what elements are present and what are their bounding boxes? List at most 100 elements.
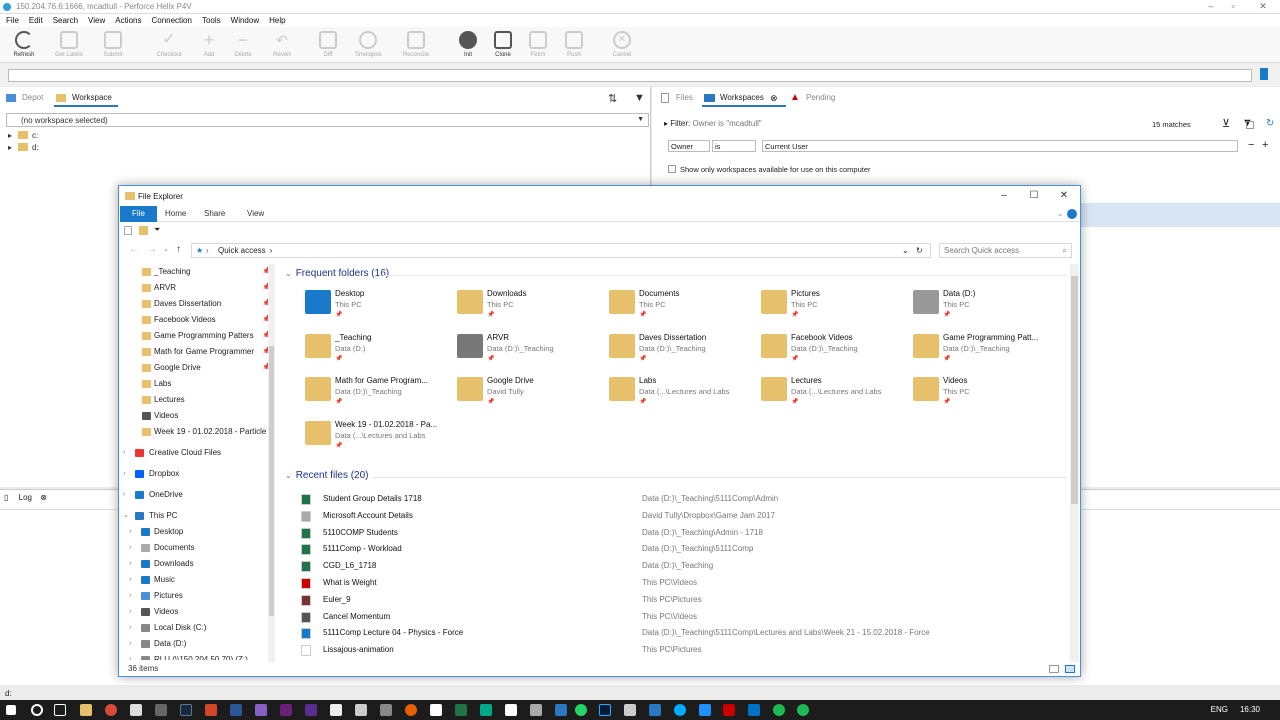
folder-tile[interactable]: Videos This PC 📌 [913,373,1063,413]
folder-tile[interactable]: _Teaching Data (D:) 📌 [305,330,455,370]
nav-item-quick[interactable]: Google Drive 📌 [119,360,271,376]
powerpoint-icon[interactable] [205,704,217,716]
bookmark-icon[interactable] [1260,68,1268,80]
recent-locations-icon[interactable]: ⌄ [163,245,169,253]
nav-item-quick[interactable]: ARVR 📌 [119,280,271,296]
filter-field-select[interactable]: Owner [668,140,710,152]
folder-tile[interactable]: Documents This PC 📌 [609,286,759,326]
tab-workspaces[interactable]: Workspaces ⊗ [702,89,786,107]
menu-edit[interactable]: Edit [23,14,47,25]
pin-icon[interactable]: 📌 [943,311,950,318]
unity-icon[interactable] [330,704,342,716]
tab-depot[interactable]: Depot [4,89,43,107]
excel-icon[interactable] [455,704,467,716]
app-icon[interactable] [797,704,809,716]
lang-indicator[interactable]: ENG [1211,705,1228,714]
firefox-icon[interactable] [405,704,417,716]
content-scrollbar[interactable] [1070,264,1079,662]
folder-tile[interactable]: Week 19 - 01.02.2018 - Pa... Data (...\Le… [305,417,455,457]
submit-button[interactable]: Submit [93,31,133,58]
expand-icon[interactable]: › [129,652,131,660]
menu-file[interactable]: File [0,14,23,25]
pin-icon[interactable]: 📌 [487,311,494,318]
recent-file-row[interactable]: Cancel Momentum This PC\Videos [299,609,1059,625]
explorer-maximize-button[interactable]: ☐ [1019,186,1049,206]
checkout-button[interactable]: ✓ Checkout [149,31,189,58]
workspace-select[interactable]: (no workspace selected) ▼ [6,113,649,127]
tiles-view-icon[interactable] [1065,665,1075,673]
nav-item-quick[interactable]: Facebook Videos 📌 [119,312,271,328]
expand-icon[interactable]: › [123,487,125,503]
expand-icon[interactable]: › [129,524,131,540]
filter-row[interactable]: ▸ Filter: Owner is "mcadtull" [664,119,762,128]
drive-c[interactable]: ▸ c: [8,131,38,140]
app-icon[interactable] [624,704,636,716]
expand-icon[interactable]: › [129,556,131,572]
recent-file-row[interactable]: CGD_L6_1718 Data (D:)\_Teaching [299,558,1059,574]
show-only-checkbox[interactable]: Show only workspaces available for use o… [668,165,871,174]
app-icon[interactable] [674,704,686,716]
pin-icon[interactable]: 📌 [335,355,342,362]
ribbon-view-tab[interactable]: View [239,206,272,222]
nav-item-quick[interactable]: Labs [119,376,271,392]
tab-files[interactable]: Files [658,89,693,107]
folder-tile[interactable]: ARVR Data (D:)\_Teaching 📌 [457,330,607,370]
pin-icon[interactable]: 📌 [487,398,494,405]
app-icon[interactable] [699,704,711,716]
app-icon[interactable] [130,704,142,716]
nav-creative-cloud[interactable]: › Creative Cloud Files [119,445,271,461]
search-box[interactable]: Search Quick access ⌕ [939,243,1072,258]
pin-icon[interactable]: 📌 [335,311,342,318]
task-view-icon[interactable] [54,704,66,716]
push-button[interactable]: Push [554,31,594,58]
steam-icon[interactable] [180,704,192,716]
folder-tile[interactable]: Data (D:) This PC 📌 [913,286,1063,326]
revert-button[interactable]: ↶ Revert [262,31,302,58]
path-input[interactable] [8,69,1252,82]
pin-icon[interactable]: 📌 [639,355,646,362]
maximize-button[interactable]: ▫ [1216,0,1250,14]
new-folder-icon[interactable] [139,226,148,235]
menu-tools[interactable]: Tools [196,14,225,25]
spotify-icon[interactable] [773,704,785,716]
clear-filter-icon[interactable]: ⊻ [1222,117,1230,130]
chrome-icon[interactable] [105,704,117,716]
drive-d[interactable]: ▸ d: [8,143,39,152]
clock[interactable]: 16:30 [1240,705,1260,714]
recent-file-row[interactable]: Microsoft Account Details David Tully\Dro… [299,508,1059,524]
outlook-icon[interactable] [748,704,760,716]
pin-icon[interactable]: 📌 [943,398,950,405]
selected-row[interactable] [1080,203,1280,227]
app-icon[interactable] [380,704,392,716]
app-icon[interactable] [430,704,442,716]
nav-item-quick[interactable]: Game Programming Patters 📌 [119,328,271,344]
timelapse-button[interactable]: Timelapse [348,31,388,58]
get-latest-button[interactable]: Get Latest [49,31,89,58]
recent-file-row[interactable]: Euler_9 This PC\Pictures [299,592,1059,608]
cancel-button[interactable]: ✕ Cancel [602,31,642,58]
nav-item-quick[interactable]: Week 19 - 01.02.2018 - Particle I [119,424,271,440]
folder-tile[interactable]: Daves Dissertation Data (D:)\_Teaching 📌 [609,330,759,370]
close-tab-icon[interactable]: ⊗ [770,89,778,107]
tab-log[interactable]: ▯ Log ⊗ [4,493,47,502]
pin-icon[interactable]: 📌 [639,398,646,405]
nav-item-pc[interactable]: › RLU (\\150.204.50.70) (Z:) [119,652,271,660]
pin-icon[interactable]: 📌 [791,398,798,405]
close-log-icon[interactable]: ⊗ [40,493,47,502]
nav-scrollbar-thumb[interactable] [269,346,274,616]
fetch-button[interactable]: Fetch [518,31,558,58]
nav-item-pc[interactable]: › Desktop [119,524,271,540]
file-explorer-taskbar-icon[interactable] [80,704,92,716]
nav-item-pc[interactable]: › Music [119,572,271,588]
menu-connection[interactable]: Connection [145,14,195,25]
recent-file-row[interactable]: Lissajous-animation This PC\Pictures [299,642,1059,658]
app-icon[interactable] [555,704,567,716]
delete-button[interactable]: − Delete [223,31,263,58]
expand-icon[interactable]: › [123,445,125,461]
details-view-icon[interactable] [1049,665,1059,673]
app-icon[interactable] [723,704,735,716]
add-filter-icon[interactable]: + [1262,139,1268,151]
content-scrollbar-thumb[interactable] [1071,276,1078,504]
expand-icon[interactable]: › [129,572,131,588]
app-icon[interactable] [155,704,167,716]
